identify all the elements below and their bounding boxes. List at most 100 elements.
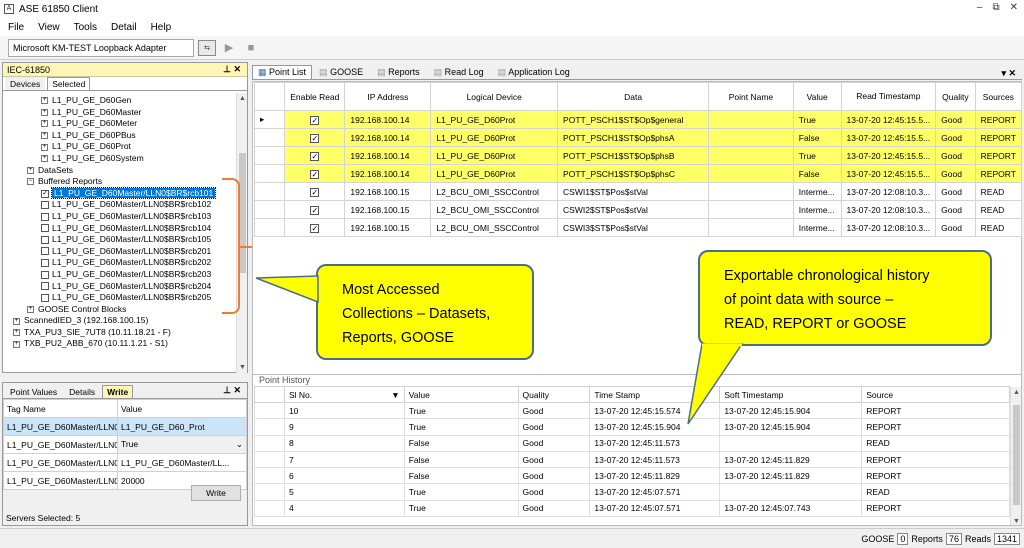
pin-close-icon[interactable]: ⊥ ✕ — [223, 64, 241, 75]
tree-node[interactable]: + L1_PU_GE_D60System — [7, 153, 239, 165]
tree-node[interactable]: + L1_PU_GE_D60Master — [7, 107, 239, 119]
menu-help[interactable]: Help — [151, 22, 172, 33]
tree-checkbox[interactable] — [41, 270, 49, 279]
table-row[interactable]: 5 True Good 13-07-20 12:45:07.571 READ — [254, 483, 1010, 501]
row-header[interactable] — [254, 467, 285, 485]
scroll-down-icon[interactable]: ▼ — [237, 364, 248, 371]
tree-node[interactable]: L1_PU_GE_D60Master/LLN0$BR$rcb102 — [7, 199, 239, 211]
row-header[interactable] — [253, 128, 286, 147]
row-header[interactable] — [254, 401, 285, 420]
header-data[interactable]: Data — [557, 82, 710, 111]
tree-checkbox[interactable] — [41, 293, 49, 302]
tree-node[interactable]: L1_PU_GE_D60Master/LLN0$BR$rcb103 — [7, 211, 239, 223]
header-sl-no[interactable]: Sl No. ▼ — [283, 386, 405, 403]
table-row[interactable]: L1_PU_GE_D60Master/LLN0 L1_PU_GE_D60Mast… — [3, 453, 247, 472]
tab-details[interactable]: Details — [64, 385, 101, 398]
tab-point-values[interactable]: Point Values — [5, 385, 63, 398]
header-value[interactable]: Value — [792, 82, 842, 111]
table-row[interactable]: ✓ 192.168.100.14 L1_PU_GE_D60Prot POTT_PSCH… — [253, 146, 1023, 165]
tree-node[interactable]: + L1_PU_GE_D60Gen — [7, 95, 239, 107]
header-point-name[interactable]: Point Name — [708, 82, 794, 111]
enable-read-cell[interactable]: ✓ — [284, 110, 346, 129]
tab-devices[interactable]: Devices — [5, 77, 46, 90]
tree-node[interactable]: L1_PU_GE_D60Master/LLN0$BR$rcb205 — [7, 292, 239, 304]
menu-detail[interactable]: Detail — [111, 22, 137, 33]
table-row[interactable]: ✓ 192.168.100.15 L2_BCU_OMI_SSCControl CSWI… — [253, 182, 1023, 201]
expand-icon[interactable]: + — [41, 120, 48, 128]
enable-read-checkbox[interactable]: ✓ — [310, 115, 320, 125]
row-header[interactable] — [253, 182, 286, 201]
enable-read-cell[interactable]: ✓ — [284, 200, 346, 219]
minimize-button[interactable]: – — [977, 2, 983, 13]
table-row[interactable]: L1_PU_GE_D60Master/LLN0 L1_PU_GE_D60_Pro… — [3, 417, 247, 436]
expand-icon[interactable]: + — [13, 329, 20, 337]
point-name-cell[interactable] — [708, 128, 794, 147]
row-header[interactable] — [253, 146, 286, 165]
scroll-thumb[interactable] — [239, 153, 246, 273]
table-row[interactable]: 7 False Good 13-07-20 12:45:11.573 13-07-20 … — [254, 450, 1010, 469]
tree-checkbox[interactable] — [41, 235, 49, 244]
tree-node[interactable]: + L1_PU_GE_D60PBus — [7, 130, 239, 142]
row-header[interactable] — [254, 483, 285, 501]
tree-node[interactable]: L1_PU_GE_D60Master/LLN0$BR$rcb202 — [7, 257, 239, 269]
tree-node[interactable]: + L1_PU_GE_D60Prot — [7, 141, 239, 153]
table-row[interactable]: ▸ ✓ 192.168.100.14 L1_PU_GE_D60Prot POTT_PSC… — [253, 110, 1023, 129]
point-name-cell[interactable] — [708, 182, 794, 201]
tree-checkbox[interactable] — [41, 224, 49, 233]
table-row[interactable]: L1_PU_GE_D60Master/LLN0 True ⌄ — [3, 435, 247, 454]
header-quality[interactable]: Quality — [935, 82, 976, 111]
scroll-up-icon[interactable]: ▲ — [1011, 389, 1021, 396]
menu-file[interactable]: File — [8, 22, 24, 33]
row-header[interactable] — [253, 200, 286, 219]
tab-application-log[interactable]: ▤ Application Log — [491, 66, 577, 79]
tree-node[interactable]: + DataSets — [7, 165, 239, 177]
tree-checkbox[interactable] — [41, 247, 49, 256]
tab-selected[interactable]: Selected — [47, 77, 91, 90]
pin-close-icon[interactable]: ⊥ ✕ — [223, 385, 241, 396]
tree-checkbox[interactable] — [41, 212, 49, 221]
value-cell[interactable]: L1_PU_GE_D60Master/LL... — [117, 453, 247, 472]
table-row[interactable]: ✓ 192.168.100.15 L2_BCU_OMI_SSCControl CSWI… — [253, 218, 1023, 237]
expand-icon[interactable]: + — [41, 155, 48, 163]
write-button[interactable]: Write — [191, 485, 241, 501]
enable-read-checkbox[interactable]: ✓ — [310, 205, 320, 215]
expand-icon[interactable]: + — [27, 305, 34, 313]
row-header[interactable] — [254, 499, 285, 518]
header-ip-address[interactable]: IP Address — [344, 82, 432, 111]
tree-node[interactable]: + TXA_PU3_SIE_7UT8 (10.11.18.21 - F) — [7, 327, 239, 339]
tree-node[interactable]: L1_PU_GE_D60Master/LLN0$BR$rcb201 — [7, 246, 239, 258]
enable-read-checkbox[interactable]: ✓ — [310, 223, 320, 233]
tab-point-list[interactable]: ▦ Point List — [252, 65, 313, 79]
enable-read-checkbox[interactable]: ✓ — [310, 169, 320, 179]
stop-icon[interactable]: ■ — [242, 40, 260, 56]
table-row[interactable]: 10 True Good 13-07-20 12:45:15.574 13-07-20 … — [254, 401, 1010, 420]
restore-button[interactable]: ⧉ — [992, 2, 999, 13]
tab-read-log[interactable]: ▤ Read Log — [427, 66, 491, 79]
row-header[interactable] — [254, 434, 285, 452]
header-enable-read[interactable]: Enable Read — [284, 82, 346, 111]
expand-icon[interactable]: + — [41, 143, 48, 151]
scroll-thumb[interactable] — [1013, 405, 1020, 505]
value-cell[interactable]: L1_PU_GE_D60_Prot — [117, 417, 247, 436]
point-name-cell[interactable] — [708, 146, 794, 165]
enable-read-cell[interactable]: ✓ — [284, 128, 346, 147]
menu-tools[interactable]: Tools — [74, 22, 97, 33]
tree-checkbox[interactable] — [41, 282, 49, 291]
row-header[interactable] — [253, 218, 286, 237]
tree-node[interactable]: − Buffered Reports — [7, 176, 239, 188]
table-row[interactable]: 6 False Good 13-07-20 12:45:11.829 13-07-20 … — [254, 467, 1010, 485]
tree-checkbox[interactable] — [41, 259, 49, 268]
header-read-timestamp[interactable]: Read Timestamp — [840, 82, 937, 111]
tree-node[interactable]: L1_PU_GE_D60Master/LLN0$BR$rcb203 — [7, 269, 239, 281]
header-source[interactable]: Source — [861, 386, 1010, 403]
enable-read-cell[interactable]: ✓ — [284, 146, 346, 165]
row-header[interactable] — [253, 164, 286, 183]
expand-icon[interactable]: + — [41, 132, 48, 140]
tree-node[interactable]: L1_PU_GE_D60Master/LLN0$BR$rcb104 — [7, 223, 239, 235]
expand-icon[interactable]: + — [41, 108, 48, 116]
expand-icon[interactable]: + — [13, 317, 20, 325]
header-value[interactable]: Value — [403, 386, 519, 403]
menu-view[interactable]: View — [38, 22, 60, 33]
tree-checkbox[interactable]: ✓ — [41, 189, 49, 198]
history-scrollbar[interactable]: ▲ ▼ — [1010, 387, 1021, 525]
